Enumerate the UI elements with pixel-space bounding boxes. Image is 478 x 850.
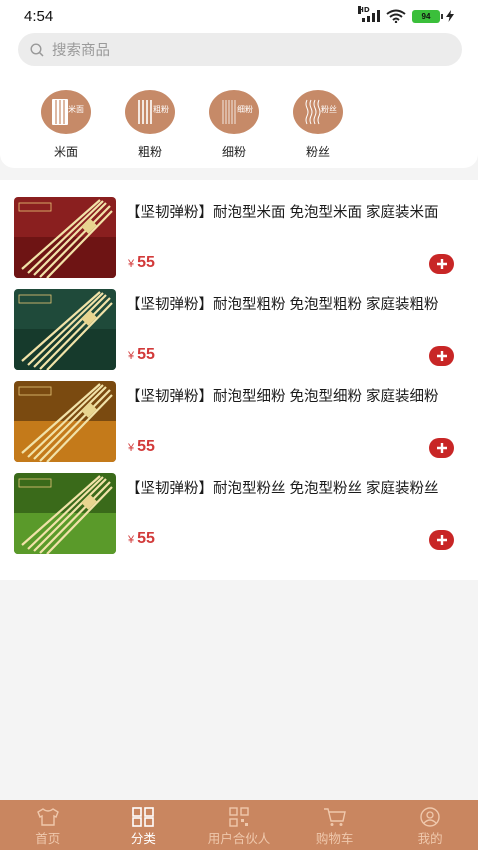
add-to-cart-button[interactable] [429,254,454,274]
tab-label: 购物车 [315,832,354,846]
charging-icon [446,10,454,22]
category-grid-icon [132,807,155,827]
tab-label: 用户合伙人 [207,832,271,846]
add-to-cart-button[interactable] [429,438,454,458]
wifi-icon [386,9,406,23]
category-label: 粗粉 [137,145,162,159]
tab-label: 首页 [35,832,61,846]
product-price: ¥55 [128,530,155,548]
price-currency: ¥ [128,442,135,454]
category-badge: 细粉 [237,104,253,114]
thin-noodle-icon: 细粉 [209,90,259,134]
signal-icon: HD [358,6,380,22]
bottom-tab-bar: 首页 分类 用户合伙人 购物车 我的 [0,800,478,850]
status-icons: HD 94 [358,6,454,23]
product-image[interactable] [14,473,116,554]
product-card[interactable]: 【坚韧弹粉】耐泡型粉丝 免泡型粉丝 家庭装粉丝 ¥55 [0,456,478,554]
price-currency: ¥ [128,534,135,546]
price-currency: ¥ [128,350,135,362]
price-value: 55 [137,530,155,547]
qr-code-icon [229,807,249,827]
cart-icon [323,808,346,826]
tab-home[interactable]: 首页 [0,800,96,850]
search-placeholder: 搜索商品 [52,43,110,59]
product-image[interactable] [14,197,116,278]
user-icon [420,807,440,827]
tab-label: 我的 [417,832,443,846]
add-to-cart-button[interactable] [429,346,454,366]
category-item-xifen[interactable]: 细粉 细粉 [204,90,264,160]
product-title[interactable]: 【坚韧弹粉】耐泡型米面 免泡型米面 家庭装米面 [126,202,466,224]
plus-circle-icon [436,535,447,545]
shirt-home-icon [36,808,59,826]
status-bar: 4:54 HD 94 [0,0,478,34]
product-price: ¥55 [128,254,155,272]
tab-category[interactable]: 分类 [96,800,192,850]
category-item-cufen[interactable]: 粗粉 粗粉 [120,90,180,160]
price-currency: ¥ [128,258,135,270]
product-title[interactable]: 【坚韧弹粉】耐泡型粗粉 免泡型粗粉 家庭装粗粉 [126,294,466,316]
tab-profile[interactable]: 我的 [382,800,478,850]
search-icon [30,42,44,57]
category-item-fensi[interactable]: 粉丝 粉丝 [288,90,348,160]
tab-partner[interactable]: 用户合伙人 [191,800,287,850]
tab-label: 分类 [130,832,156,846]
product-list: 【坚韧弹粉】耐泡型米面 免泡型米面 家庭装米面 ¥55 【坚韧弹粉】耐泡型粗粉 … [0,180,478,580]
header-panel: 4:54 HD 94 搜索商品 米面 米面 粗粉 粗粉 细粉 细粉 粉丝 粉丝 [0,0,478,168]
product-image[interactable] [14,381,116,462]
hd-label: HD [358,6,370,14]
plus-circle-icon [436,351,447,361]
product-card[interactable]: 【坚韧弹粉】耐泡型粗粉 免泡型粗粉 家庭装粗粉 ¥55 [0,272,478,370]
battery-icon: 94 [412,9,443,23]
category-label: 米面 [53,145,78,159]
add-to-cart-button[interactable] [429,530,454,550]
price-value: 55 [137,346,155,363]
product-price: ¥55 [128,438,155,456]
plus-circle-icon [436,443,447,453]
product-title[interactable]: 【坚韧弹粉】耐泡型细粉 免泡型细粉 家庭装细粉 [126,386,466,408]
product-image[interactable] [14,289,116,370]
vermicelli-icon: 粉丝 [293,90,343,134]
search-input[interactable]: 搜索商品 [18,33,462,66]
category-row: 米面 米面 粗粉 粗粉 细粉 细粉 粉丝 粉丝 [0,90,478,160]
tab-cart[interactable]: 购物车 [287,800,383,850]
plus-circle-icon [436,259,447,269]
noodle-bundle-icon: 米面 [41,90,91,134]
thick-noodle-icon: 粗粉 [125,90,175,134]
battery-level: 94 [421,11,431,21]
category-badge: 米面 [68,104,84,114]
category-label: 细粉 [221,145,246,159]
category-item-mimian[interactable]: 米面 米面 [36,90,96,160]
category-badge: 粗粉 [153,104,169,114]
product-price: ¥55 [128,346,155,364]
price-value: 55 [137,438,155,455]
product-card[interactable]: 【坚韧弹粉】耐泡型米面 免泡型米面 家庭装米面 ¥55 [0,180,478,278]
product-title[interactable]: 【坚韧弹粉】耐泡型粉丝 免泡型粉丝 家庭装粉丝 [126,478,466,500]
product-card[interactable]: 【坚韧弹粉】耐泡型细粉 免泡型细粉 家庭装细粉 ¥55 [0,364,478,462]
status-time: 4:54 [24,8,54,25]
category-badge: 粉丝 [321,104,337,114]
category-label: 粉丝 [305,145,330,159]
price-value: 55 [137,254,155,271]
